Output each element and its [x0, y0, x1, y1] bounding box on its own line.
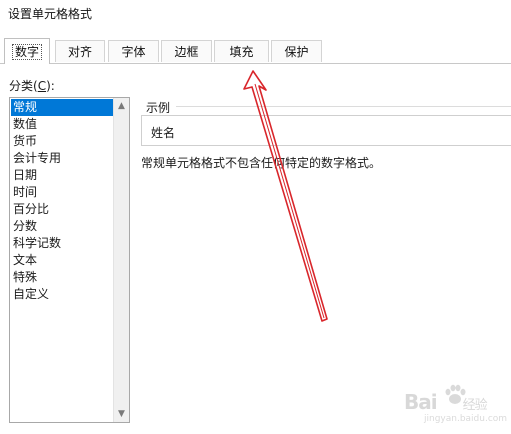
dialog-title: 设置单元格格式: [8, 7, 93, 21]
sample-group-line: [176, 106, 511, 107]
scroll-down-arrow-icon[interactable]: ▼: [114, 406, 129, 422]
sample-value: 姓名: [151, 126, 176, 140]
scroll-up-arrow-icon[interactable]: ▲: [114, 98, 129, 114]
category-item[interactable]: 日期: [11, 167, 115, 184]
category-item[interactable]: 科学记数: [11, 235, 115, 252]
category-item[interactable]: 特殊: [11, 269, 115, 286]
tab-bar: 数字 对齐 字体 边框 填充 保护: [0, 38, 511, 64]
tab-protection[interactable]: 保护: [271, 40, 322, 62]
category-label: 分类(C):: [9, 79, 55, 93]
tab-number[interactable]: 数字: [4, 38, 50, 64]
category-listbox[interactable]: 常规 数值 货币 会计专用 日期 时间 百分比 分数 科学记数 文本 特殊 自定义 ▲ ▼: [9, 97, 130, 423]
tab-font[interactable]: 字体: [108, 40, 159, 62]
category-item[interactable]: 会计专用: [11, 150, 115, 167]
sample-label: 示例: [146, 101, 171, 115]
sample-box: 姓名: [141, 115, 511, 146]
tab-fill[interactable]: 填充: [214, 40, 269, 62]
watermark-url: jingyan.baidu.com: [424, 414, 508, 424]
category-item[interactable]: 货币: [11, 133, 115, 150]
paw-logo-icon: [445, 384, 466, 404]
category-item[interactable]: 常规: [11, 99, 115, 116]
tab-border[interactable]: 边框: [161, 40, 212, 62]
category-item[interactable]: 百分比: [11, 201, 115, 218]
tab-alignment[interactable]: 对齐: [55, 40, 105, 62]
category-item[interactable]: 数值: [11, 116, 115, 133]
category-item[interactable]: 自定义: [11, 286, 115, 303]
category-item[interactable]: 文本: [11, 252, 115, 269]
format-description: 常规单元格格式不包含任何特定的数字格式。: [141, 156, 382, 170]
baidu-watermark: Bai 经验 jingyan.baidu.com: [396, 378, 508, 430]
category-item[interactable]: 分数: [11, 218, 115, 235]
category-item[interactable]: 时间: [11, 184, 115, 201]
category-list: 常规 数值 货币 会计专用 日期 时间 百分比 分数 科学记数 文本 特殊 自定义: [11, 99, 115, 303]
category-scrollbar[interactable]: ▲ ▼: [113, 98, 129, 422]
